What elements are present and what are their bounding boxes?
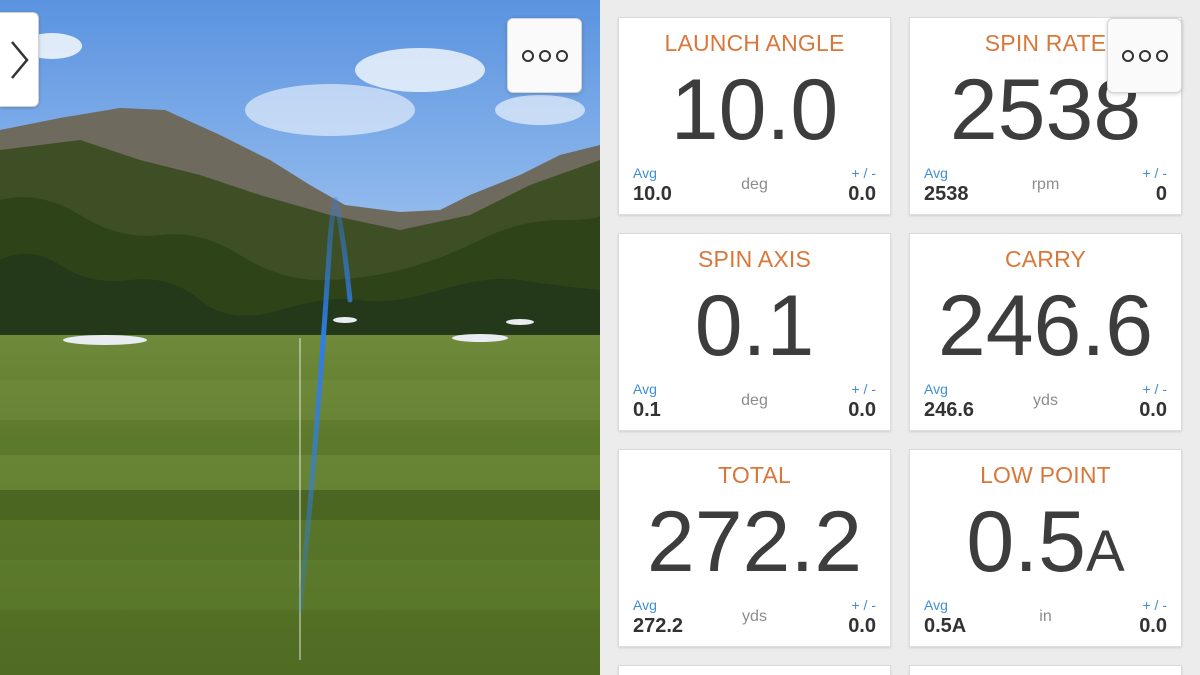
metric-title: SPIN AXIS (697, 246, 811, 272)
metric-value: 0.1 (694, 278, 815, 374)
more-options-icon (521, 49, 534, 62)
metric-value: 10.0 (670, 62, 839, 158)
golf-course-view (0, 0, 600, 675)
metric-card-low-point[interactable]: LOW POINT 0.5A Avg 0.5A in + / - 0.0 (909, 449, 1182, 647)
data-more-options-button[interactable] (1107, 18, 1182, 93)
metric-card-partial[interactable] (618, 665, 891, 675)
deviation-value: 0.0 (848, 399, 876, 421)
metric-value: 246.6 (937, 278, 1154, 374)
deviation-value: 0.0 (848, 183, 876, 205)
deviation-value: 0.0 (1139, 615, 1167, 637)
deviation-value: 0 (1155, 183, 1167, 205)
deviation-value: 0.0 (1139, 399, 1167, 421)
more-options-icon (1121, 49, 1134, 62)
metric-title: TOTAL (718, 462, 791, 488)
metric-card-partial[interactable] (909, 665, 1182, 675)
deviation-label: + / - (851, 165, 876, 181)
deviation-label: + / - (1142, 165, 1167, 181)
metric-title: LOW POINT (980, 462, 1111, 488)
metric-card-total[interactable]: TOTAL 272.2 Avg 272.2 yds + / - 0.0 (618, 449, 891, 647)
shot-data-panel: LAUNCH ANGLE 10.0 Avg 10.0 deg + / - 0.0… (600, 0, 1200, 675)
deviation-label: + / - (1142, 597, 1167, 613)
deviation-label: + / - (851, 597, 876, 613)
expand-panel-button[interactable] (0, 12, 39, 107)
deviation-label: + / - (851, 381, 876, 397)
metric-card-carry[interactable]: CARRY 246.6 Avg 246.6 yds + / - 0.0 (909, 233, 1182, 431)
metric-card-launch-angle[interactable]: LAUNCH ANGLE 10.0 Avg 10.0 deg + / - 0.0 (618, 17, 891, 215)
deviation-label: + / - (1142, 381, 1167, 397)
metric-title: CARRY (1004, 246, 1087, 272)
chevron-right-icon (11, 40, 29, 79)
course-scene-image (0, 0, 600, 675)
metric-title: LAUNCH ANGLE (664, 30, 845, 56)
metric-value: 0.5A (966, 494, 1125, 590)
metric-unit: rpm (1031, 176, 1060, 193)
deviation-value: 0.0 (848, 615, 876, 637)
metric-card-spin-axis[interactable]: SPIN AXIS 0.1 Avg 0.1 deg + / - 0.0 (618, 233, 891, 431)
scene-more-options-button[interactable] (507, 18, 582, 93)
metric-value: 272.2 (646, 494, 863, 590)
